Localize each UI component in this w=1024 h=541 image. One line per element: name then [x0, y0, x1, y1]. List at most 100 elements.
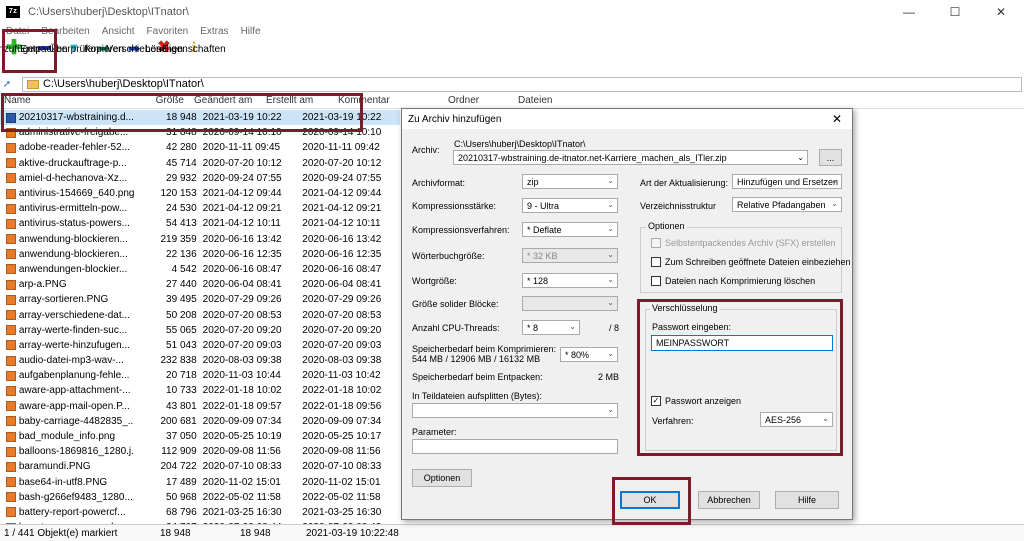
maximize-button[interactable]: ☐ [932, 0, 978, 24]
table-row[interactable]: adobe-reader-fehler-52... 42 280 2020-11-1… [0, 140, 400, 155]
up-folder-icon[interactable]: ➚ [0, 79, 14, 90]
menu-extras[interactable]: Extras [200, 26, 228, 37]
file-size: 17 489 [166, 476, 197, 488]
table-row[interactable]: baramundi.PNG 204 722 2020-07-10 08:33 2020… [0, 459, 400, 474]
table-row[interactable]: anwendung-blockieren... 22 136 2020-06-16 … [0, 247, 400, 262]
table-row[interactable]: anwendungen-blockier... 4 542 2020-06-16 0… [0, 262, 400, 277]
table-row[interactable]: antivirus-ermitteln-pow... 24 530 2021-04-… [0, 201, 400, 216]
update-label: Art der Aktualisierung: [640, 178, 729, 188]
table-row[interactable]: array-werte-hinzufugen... 51 043 2020-07-2… [0, 338, 400, 353]
table-row[interactable]: array-verschiedene-dat... 50 208 2020-07-2… [0, 307, 400, 322]
path-select[interactable]: Relative Pfadangaben ⌄ [732, 197, 842, 212]
column-modified[interactable]: Geändert am [190, 95, 262, 108]
menu-favoriten[interactable]: Favoriten [147, 26, 189, 37]
update-select[interactable]: Hinzufügen und Ersetzen ⌄ [732, 174, 842, 189]
ok-button[interactable]: OK [620, 491, 680, 509]
cancel-button[interactable]: Abbrechen [698, 491, 760, 509]
menu-bearbeiten[interactable]: Bearbeiten [41, 26, 89, 37]
move-button[interactable]: ➡ Verschieben [106, 36, 161, 74]
file-list-header: Name Größe Geändert am Erstellt am Komme… [0, 95, 1024, 109]
address-field[interactable]: C:\Users\huberj\Desktop\ITnator\ [22, 76, 1022, 92]
dict-select[interactable]: * 32 KB ⌄ [522, 248, 618, 263]
image-file-icon [6, 142, 16, 153]
table-row[interactable]: audio-datei-mp3-wav-... 232 838 2020-08-03… [0, 353, 400, 368]
table-row[interactable]: arp-a.PNG 27 440 2020-06-04 08:41 2020-06-0… [0, 277, 400, 292]
add-button[interactable]: ✚ Hinzufügen [0, 36, 39, 74]
column-comment[interactable]: Kommentar [334, 95, 444, 108]
table-row[interactable]: bad_module_info.png 37 050 2020-05-25 10:1… [0, 429, 400, 444]
file-created: 2020-09-14 10:10 [302, 127, 382, 139]
table-row[interactable]: base64-in-utf8.PNG 17 489 2020-11-02 15:01… [0, 475, 400, 490]
table-row[interactable]: baby-carriage-4482835_... 200 681 2020-09-… [0, 414, 400, 429]
show-password-checkbox[interactable]: ✓ [651, 396, 661, 406]
minimize-button[interactable]: — [886, 0, 932, 24]
dialog-close-button[interactable]: ✕ [832, 112, 842, 126]
chevron-down-icon: ⌄ [607, 200, 614, 209]
file-size: 43 801 [166, 400, 197, 412]
table-row[interactable]: administrative-freigabe... 31 848 2020-09-… [0, 125, 400, 140]
table-row[interactable]: array-werte-finden-suc... 55 065 2020-07-2… [0, 323, 400, 338]
file-size: 22 136 [166, 248, 197, 260]
method-select[interactable]: * Deflate ⌄ [522, 222, 618, 237]
image-file-icon [6, 264, 16, 275]
table-row[interactable]: bash-g266ef9483_1280.... 50 968 2022-05-02… [0, 490, 400, 505]
word-select[interactable]: * 128 ⌄ [522, 273, 618, 288]
options-button[interactable]: Optionen [412, 469, 472, 487]
chevron-down-icon: ⌄ [569, 322, 576, 331]
file-created: 2020-11-11 09:42 [302, 142, 380, 154]
solid-select[interactable]: ⌄ [522, 296, 618, 311]
close-window-button[interactable]: ✕ [978, 0, 1024, 24]
table-row[interactable]: antivirus-status-powers... 54 413 2021-04-… [0, 216, 400, 231]
column-size[interactable]: Größe [130, 95, 190, 108]
show-password-label: Passwort anzeigen [665, 396, 742, 406]
file-modified: 2021-03-19 10:22 [202, 112, 282, 124]
properties-button[interactable]: i Eigenschaften [162, 36, 225, 74]
test-button[interactable]: ▼ Überprüfen [49, 36, 99, 74]
help-button[interactable]: Hilfe [775, 491, 839, 509]
menu-ansicht[interactable]: Ansicht [102, 26, 135, 37]
split-select[interactable]: ⌄ [412, 403, 618, 418]
browse-button[interactable]: ... [819, 149, 842, 166]
image-file-icon [6, 203, 16, 214]
table-row[interactable]: aware-app-attachment-... 10 733 2022-01-18… [0, 383, 400, 398]
table-row[interactable]: aware-app-mail-open.P... 43 801 2022-01-18… [0, 399, 400, 414]
table-row[interactable]: aktive-druckauftrage-p... 45 714 2020-07-2… [0, 156, 400, 171]
file-modified: 2021-03-25 16:30 [202, 506, 282, 518]
image-file-icon [6, 249, 16, 260]
table-row[interactable]: anwendung-blockieren... 219 359 2020-06-16… [0, 232, 400, 247]
archive-name-value: 20210317-wbstraining.de-itnator.net-Karr… [458, 152, 727, 163]
image-file-icon [6, 340, 16, 351]
params-input[interactable] [412, 439, 618, 454]
archive-name-combo[interactable]: 20210317-wbstraining.de-itnator.net-Karr… [453, 150, 808, 165]
delete-button[interactable]: ✖ Löschen [145, 36, 183, 74]
table-row[interactable]: 20210317-wbstraining.d... 18 948 2021-03-1… [0, 110, 400, 126]
file-size: 45 714 [166, 157, 197, 169]
image-file-icon [6, 355, 16, 366]
table-row[interactable]: balloons-1869816_1280.j... 112 909 2020-09… [0, 444, 400, 459]
level-select[interactable]: 9 - Ultra ⌄ [522, 198, 618, 213]
table-row[interactable]: antivirus-154669_640.png 120 153 2021-04-1… [0, 186, 400, 201]
delete-after-checkbox[interactable] [651, 276, 661, 286]
column-folders[interactable]: Ordner [444, 95, 514, 108]
enc-method-select[interactable]: AES-256 ⌄ [760, 412, 833, 427]
table-row[interactable]: amiel-d-hechanova-Xz... 29 932 2020-09-24 … [0, 171, 400, 186]
threads-select[interactable]: * 8 ⌄ [522, 320, 580, 335]
copy-button[interactable]: ➡ Kopieren [84, 36, 124, 74]
menu-datei[interactable]: Datei [6, 26, 29, 37]
table-row[interactable]: aufgabenplanung-fehle... 20 718 2020-11-03… [0, 368, 400, 383]
table-row[interactable]: array-sortieren.PNG 39 495 2020-07-29 09:2… [0, 292, 400, 307]
file-name: balloons-1869816_1280.j... [18, 446, 135, 458]
file-modified: 2020-06-16 12:35 [202, 248, 282, 260]
mem-compress-select[interactable]: * 80% ⌄ [560, 347, 618, 362]
shared-checkbox[interactable] [651, 257, 661, 267]
format-select[interactable]: zip ⌄ [522, 174, 618, 189]
password-input[interactable]: MEINPASSWORT [651, 335, 833, 351]
column-created[interactable]: Erstellt am [262, 95, 334, 108]
extract-button[interactable]: Entpacken [20, 36, 67, 74]
column-files[interactable]: Dateien [514, 95, 584, 108]
table-row[interactable]: battery-report-powercf... 68 796 2021-03-2… [0, 505, 400, 520]
menu-hilfe[interactable]: Hilfe [241, 26, 261, 37]
file-modified: 2022-05-02 11:58 [202, 491, 281, 503]
column-name[interactable]: Name [0, 95, 130, 108]
sfx-checkbox[interactable] [651, 238, 661, 248]
